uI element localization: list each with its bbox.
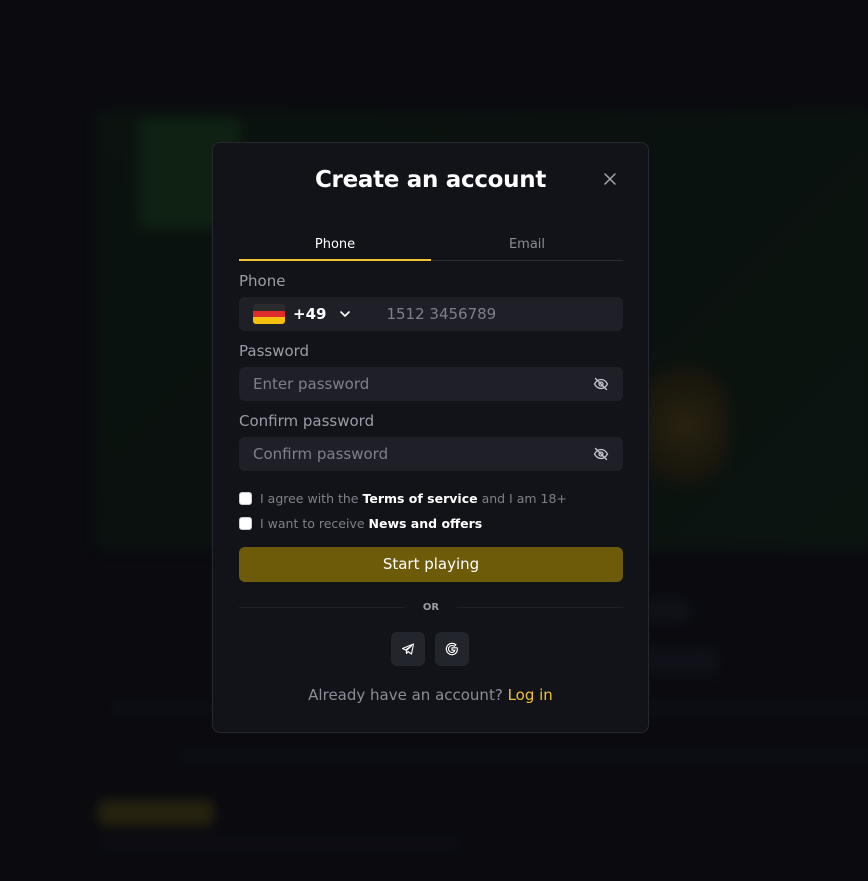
telegram-login-button[interactable] bbox=[391, 632, 425, 666]
modal-title: Create an account bbox=[314, 167, 547, 193]
google-icon bbox=[444, 641, 460, 657]
news-row: I want to receive News and offers bbox=[239, 516, 482, 531]
password-field[interactable]: Enter password bbox=[239, 367, 623, 401]
login-prompt-row: Already have an account? Log in bbox=[213, 686, 648, 704]
terms-suffix: and I am 18+ bbox=[481, 491, 567, 506]
phone-field[interactable]: +49 1512 3456789 bbox=[239, 297, 623, 331]
confirm-password-input[interactable]: Confirm password bbox=[253, 445, 388, 463]
chevron-down-icon bbox=[338, 307, 352, 321]
or-divider: OR bbox=[239, 599, 623, 615]
login-prompt: Already have an account? bbox=[308, 686, 503, 704]
tab-phone[interactable]: Phone bbox=[239, 233, 431, 261]
start-playing-button[interactable]: Start playing bbox=[239, 547, 623, 582]
log-in-link[interactable]: Log in bbox=[508, 686, 553, 704]
auth-tabs: Phone Email bbox=[239, 233, 623, 261]
confirm-password-label: Confirm password bbox=[239, 412, 375, 430]
terms-text: I agree with the Terms of service and I … bbox=[260, 491, 567, 506]
terms-checkbox[interactable] bbox=[239, 492, 252, 505]
telegram-icon bbox=[401, 642, 415, 656]
terms-row: I agree with the Terms of service and I … bbox=[239, 491, 567, 506]
news-prefix: I want to receive bbox=[260, 516, 365, 531]
news-and-offers-link[interactable]: News and offers bbox=[369, 516, 483, 531]
terms-prefix: I agree with the bbox=[260, 491, 359, 506]
phone-label: Phone bbox=[239, 272, 286, 290]
tab-email[interactable]: Email bbox=[431, 233, 623, 260]
confirm-password-field[interactable]: Confirm password bbox=[239, 437, 623, 471]
eye-off-icon[interactable] bbox=[593, 446, 609, 462]
dial-code: +49 bbox=[293, 305, 327, 323]
germany-flag-icon bbox=[253, 304, 285, 324]
news-checkbox[interactable] bbox=[239, 517, 252, 530]
country-selector[interactable]: +49 bbox=[253, 304, 352, 324]
close-icon[interactable] bbox=[602, 171, 618, 187]
phone-input[interactable]: 1512 3456789 bbox=[386, 305, 496, 323]
news-text: I want to receive News and offers bbox=[260, 516, 482, 531]
password-label: Password bbox=[239, 342, 310, 360]
terms-of-service-link[interactable]: Terms of service bbox=[362, 491, 477, 506]
eye-off-icon[interactable] bbox=[593, 376, 609, 392]
create-account-modal: Create an account Phone Email Phone +49 … bbox=[212, 142, 649, 733]
password-input[interactable]: Enter password bbox=[253, 375, 369, 393]
google-login-button[interactable] bbox=[435, 632, 469, 666]
or-label: OR bbox=[422, 601, 440, 613]
